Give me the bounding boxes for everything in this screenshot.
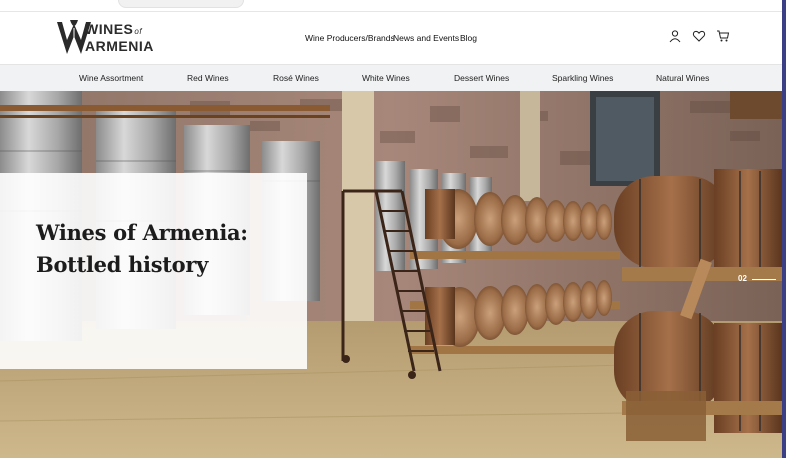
slide-indicator-line — [752, 279, 776, 280]
category-rose-wines[interactable]: Rosé Wines — [273, 73, 319, 83]
user-icon[interactable] — [668, 29, 682, 43]
hero-text-card: Wines of Armenia: Bottled history — [0, 173, 307, 369]
logo-line1: WINES — [85, 21, 134, 37]
page-scrollbar[interactable] — [782, 0, 786, 458]
site-logo[interactable]: WINESof ARMENIA — [55, 18, 153, 58]
slide-number[interactable]: 02 — [738, 274, 747, 283]
nav-news-events[interactable]: News and Events — [393, 33, 459, 43]
nav-blog[interactable]: Blog — [460, 33, 477, 43]
category-red-wines[interactable]: Red Wines — [187, 73, 229, 83]
address-bar-remnant[interactable] — [118, 0, 244, 8]
cart-icon[interactable] — [716, 29, 730, 43]
logo-of: of — [134, 27, 143, 36]
logo-wordmark: WINESof ARMENIA — [85, 22, 154, 53]
hero-title: Wines of Armenia: Bottled history — [36, 220, 248, 277]
site-header: WINESof ARMENIA Wine Producers/Brands Ne… — [0, 12, 782, 64]
category-bar: Wine Assortment Red Wines Rosé Wines Whi… — [0, 64, 782, 91]
category-sparkling-wines[interactable]: Sparkling Wines — [552, 73, 613, 83]
logo-line2: ARMENIA — [85, 38, 154, 54]
nav-wine-producers[interactable]: Wine Producers/Brands — [305, 33, 395, 43]
hero-banner: Wines of Armenia: Bottled history 02 — [0, 91, 782, 458]
browser-top-strip — [0, 0, 786, 12]
category-wine-assortment[interactable]: Wine Assortment — [79, 73, 143, 83]
category-natural-wines[interactable]: Natural Wines — [656, 73, 709, 83]
category-dessert-wines[interactable]: Dessert Wines — [454, 73, 509, 83]
category-white-wines[interactable]: White Wines — [362, 73, 410, 83]
heart-icon[interactable] — [692, 29, 706, 43]
